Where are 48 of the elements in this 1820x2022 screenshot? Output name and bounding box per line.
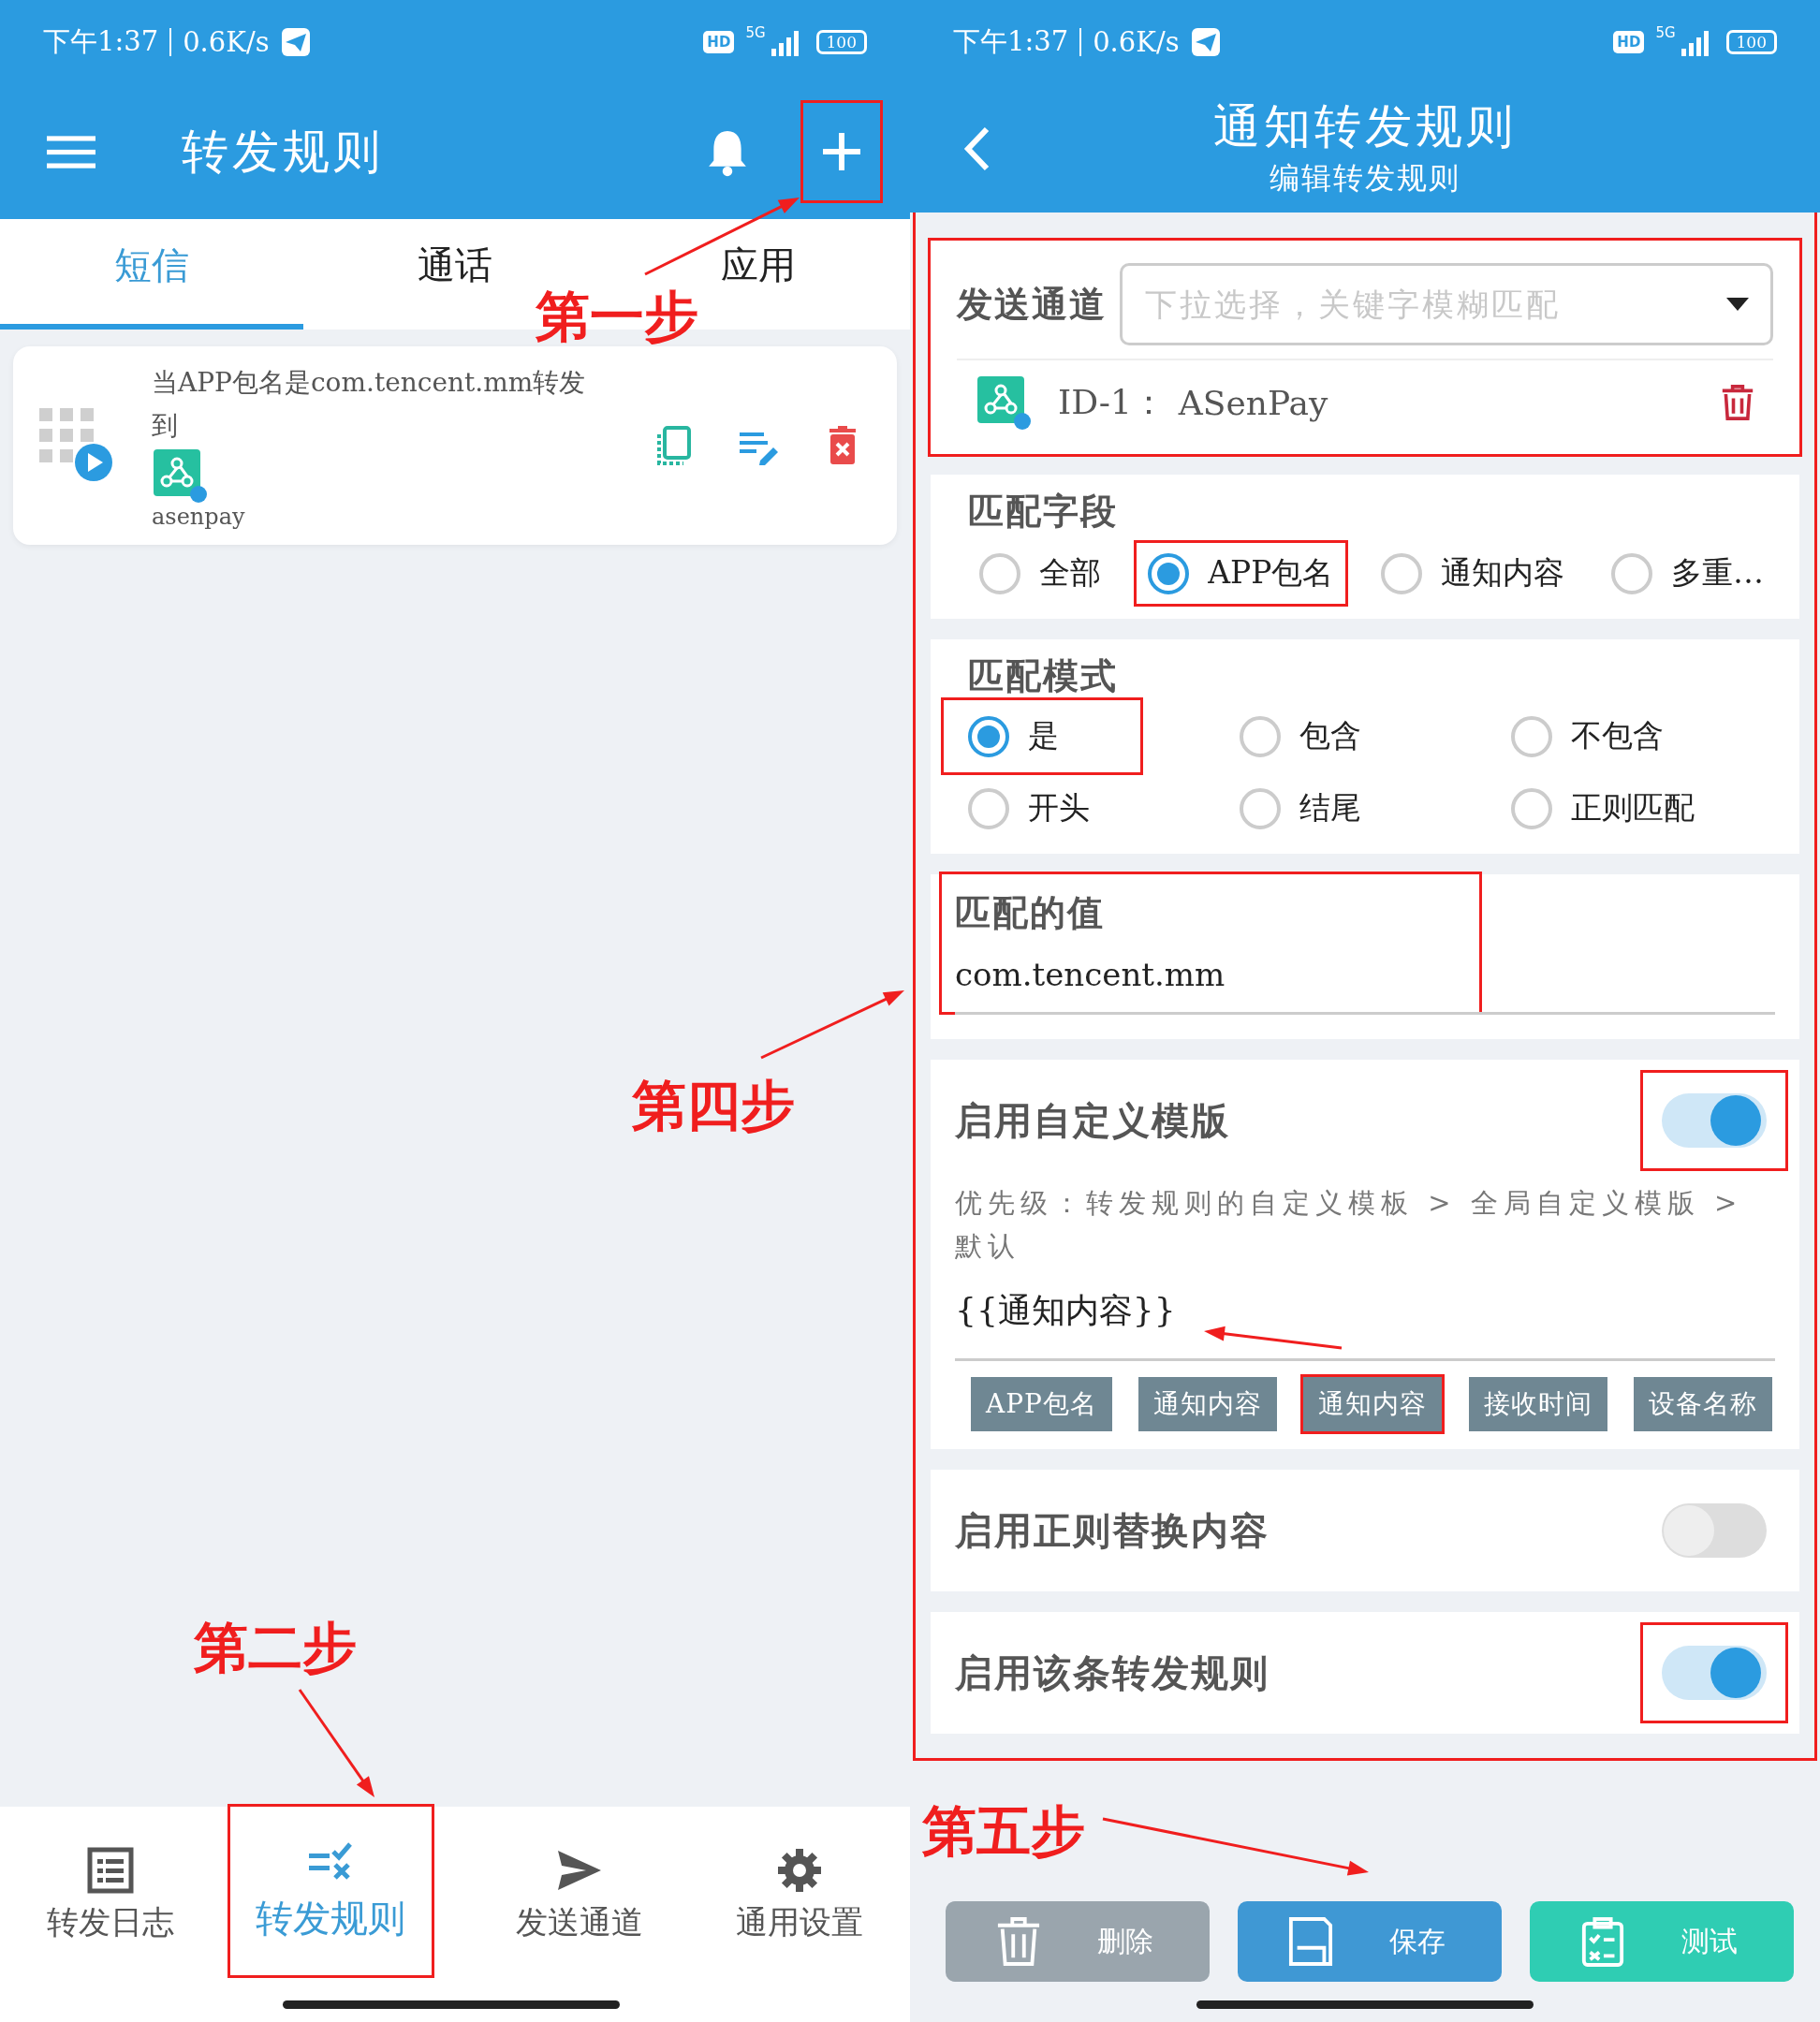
network-speed: 0.6K/s: [183, 26, 270, 58]
status-time: 下午1:37: [953, 24, 1069, 59]
nav-item[interactable]: 发送通道: [478, 1807, 681, 1985]
radio-option[interactable]: APP包名: [1137, 543, 1345, 604]
nav-item[interactable]: 通用设置: [698, 1807, 901, 1985]
radio-option[interactable]: 多重…: [1600, 543, 1775, 604]
network-type: 5G: [1655, 24, 1676, 41]
field-label: 发送通道: [957, 281, 1107, 327]
template-field[interactable]: {{通知内容}}: [955, 1288, 1775, 1334]
status-time: 下午1:37: [43, 24, 159, 59]
rule-card[interactable]: 当APP包名是com.tencent.mm转发到 asenpay: [13, 346, 897, 545]
radio-option[interactable]: 包含: [1215, 700, 1487, 772]
radio-option[interactable]: 结尾: [1215, 772, 1487, 844]
hd-badge: HD: [1613, 31, 1645, 53]
channel-name: ASenPay: [1178, 383, 1328, 422]
radio-option[interactable]: 是: [944, 700, 1140, 772]
step-label: 第二步: [194, 1615, 357, 1681]
page-title: 通知转发规则: [1213, 98, 1517, 155]
field-label: 匹配字段: [968, 489, 1119, 534]
network-speed: 0.6K/s: [1093, 26, 1180, 58]
toggle-label: 启用自定义模版: [955, 1096, 1230, 1144]
variable-chip[interactable]: APP包名: [968, 1374, 1115, 1434]
channel-name: asenpay: [152, 504, 245, 530]
hd-badge: HD: [703, 31, 735, 53]
radio-option[interactable]: 全部: [968, 543, 1112, 604]
rule-description: 当APP包名是com.tencent.mm转发到: [152, 366, 587, 443]
radio-option[interactable]: 通知内容: [1369, 543, 1576, 604]
field-value: com.tencent.mm: [955, 956, 1226, 993]
page-title: 转发规则: [182, 123, 384, 181]
page-subtitle: 编辑转发规则: [1270, 159, 1460, 198]
battery-level: 100: [815, 30, 867, 54]
radio-option[interactable]: 正则匹配: [1487, 772, 1775, 844]
radio-option[interactable]: 不包含: [1487, 700, 1775, 772]
hint-text: 优先级：转发规则的自定义模板 > 全局自定义模版 > 默认: [955, 1186, 1744, 1264]
step-label: 第四步: [632, 1073, 795, 1139]
field-label: 匹配的值: [955, 890, 1106, 935]
radio-option[interactable]: 开头: [944, 772, 1215, 844]
nav-item[interactable]: 转发日志: [9, 1807, 212, 1985]
tab[interactable]: 应用: [721, 244, 796, 286]
step-label: 第五步: [922, 1798, 1085, 1865]
battery-level: 100: [1725, 30, 1777, 54]
field-label: 匹配模式: [968, 653, 1119, 698]
channel-id: ID-1：: [1058, 381, 1166, 423]
tab[interactable]: 通话: [418, 244, 492, 286]
toggle-label: 启用正则替换内容: [955, 1506, 1270, 1554]
variable-chip[interactable]: 通知内容: [1300, 1374, 1446, 1434]
network-type: 5G: [745, 24, 766, 41]
toggle-label: 启用该条转发规则: [955, 1648, 1270, 1696]
